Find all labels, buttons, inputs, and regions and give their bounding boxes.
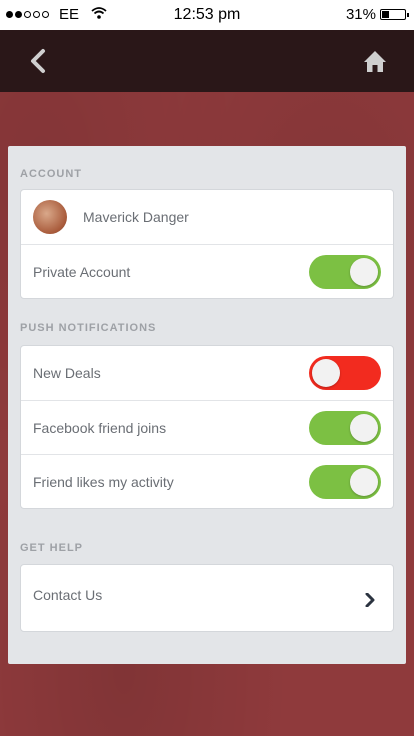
push-notifications-card: New Deals Facebook friend joins Friend l…	[20, 345, 394, 509]
battery-icon	[380, 9, 409, 20]
friend-likes-activity-row: Friend likes my activity	[21, 454, 393, 508]
status-bar: EE 12:53 pm 31%	[0, 0, 414, 30]
back-button[interactable]	[22, 44, 56, 78]
user-name: Maverick Danger	[83, 209, 189, 225]
help-card: Contact Us	[20, 564, 394, 632]
home-icon	[364, 51, 386, 72]
settings-panel: ACCOUNT Maverick Danger Private Account …	[8, 146, 406, 664]
avatar	[33, 200, 67, 234]
toggle-knob	[350, 468, 378, 496]
chevron-right-icon	[365, 593, 375, 607]
nav-bar	[0, 30, 414, 92]
section-header-help: GET HELP	[20, 542, 84, 554]
section-header-account: ACCOUNT	[20, 168, 82, 180]
private-account-row: Private Account	[21, 244, 393, 298]
home-button[interactable]	[358, 44, 392, 78]
friend-likes-activity-toggle[interactable]	[309, 465, 381, 499]
facebook-friend-joins-toggle[interactable]	[309, 411, 381, 445]
new-deals-label: New Deals	[33, 365, 101, 381]
battery-percent: 31%	[345, 6, 376, 23]
profile-row[interactable]: Maverick Danger	[21, 190, 393, 244]
account-card: Maverick Danger Private Account	[20, 189, 394, 299]
section-header-push: PUSH NOTIFICATIONS	[20, 322, 157, 334]
status-right: 31%	[345, 6, 409, 23]
toggle-knob	[350, 258, 378, 286]
chevron-left-icon	[31, 49, 45, 73]
toggle-knob	[350, 414, 378, 442]
private-account-toggle[interactable]	[309, 255, 381, 289]
toggle-knob	[312, 359, 340, 387]
private-account-label: Private Account	[33, 263, 131, 280]
new-deals-toggle[interactable]	[309, 356, 381, 390]
facebook-friend-joins-row: Facebook friend joins	[21, 400, 393, 454]
contact-us-label: Contact Us	[33, 587, 103, 603]
contact-us-row[interactable]: Contact Us	[21, 565, 393, 631]
friend-likes-activity-label: Friend likes my activity	[33, 473, 174, 490]
facebook-friend-joins-label: Facebook friend joins	[33, 419, 167, 436]
new-deals-row: New Deals	[21, 346, 393, 400]
